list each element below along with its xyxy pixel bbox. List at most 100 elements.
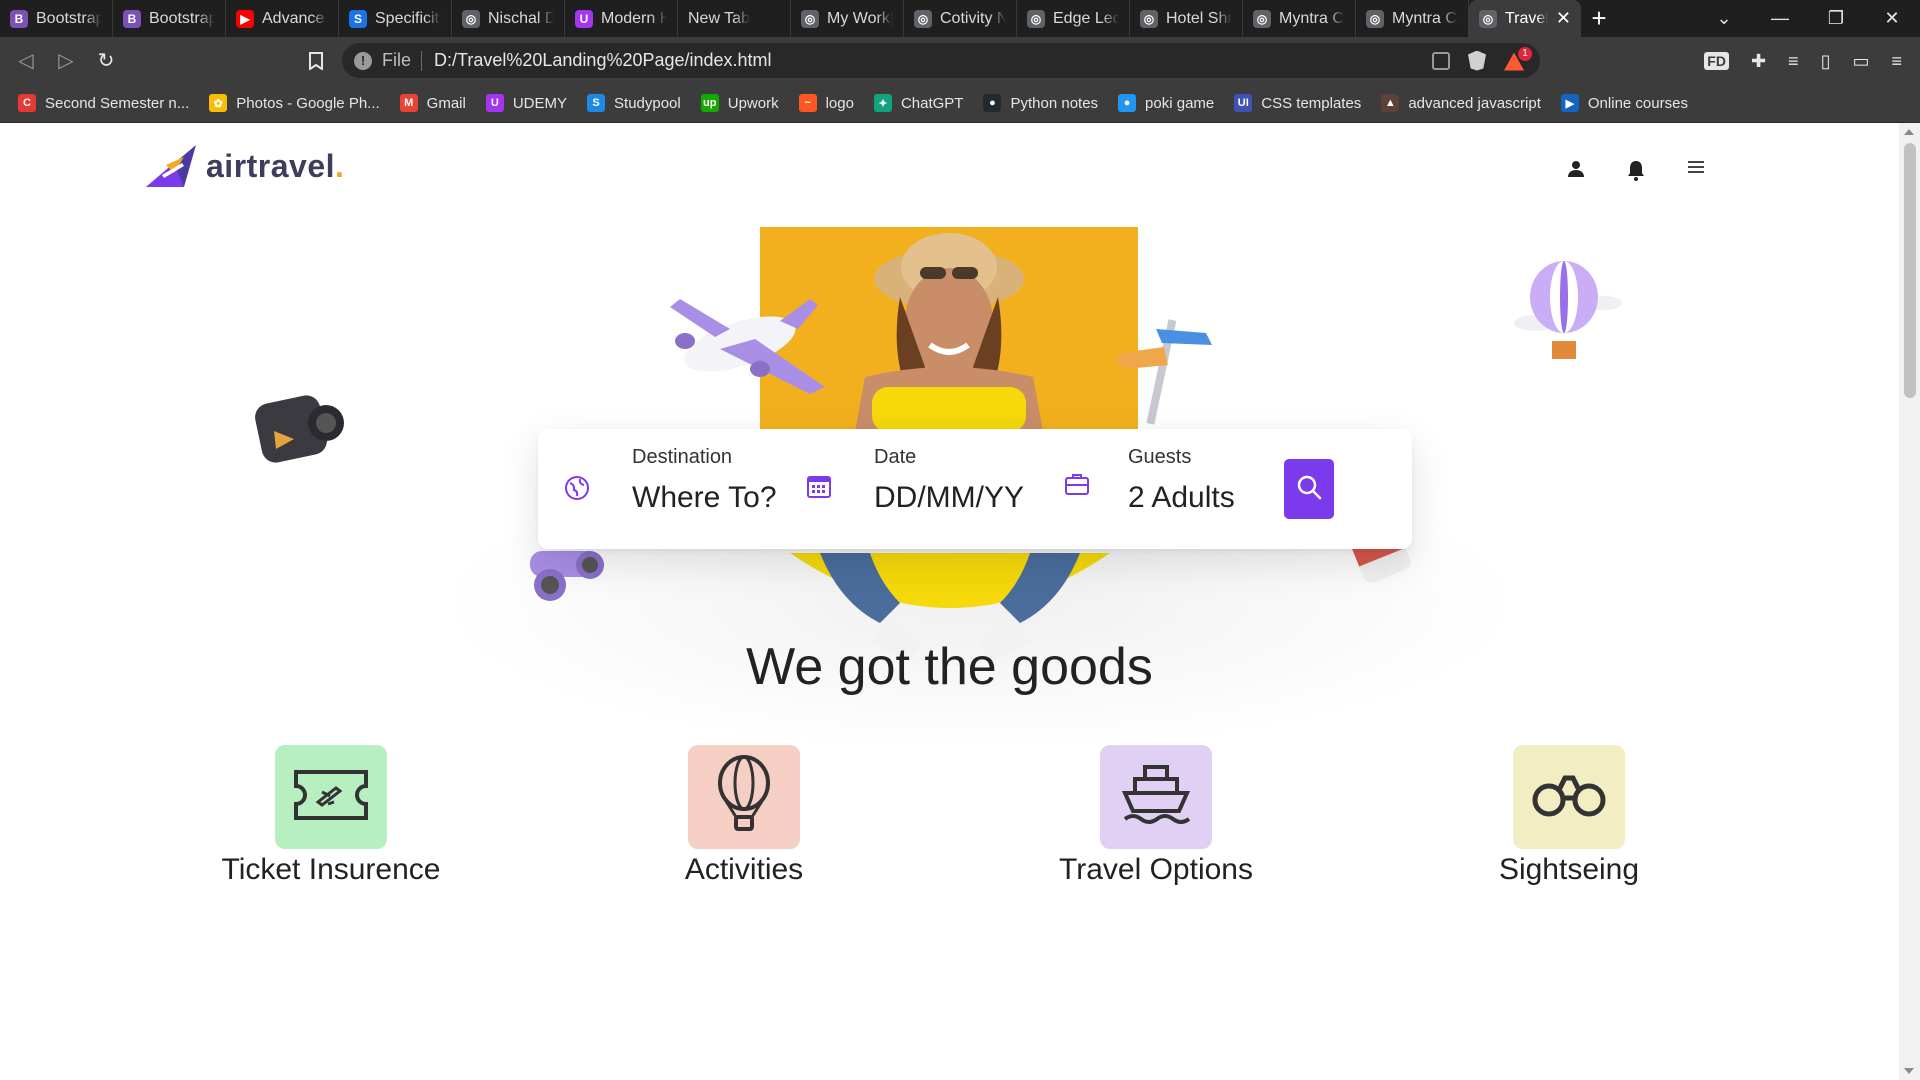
scroll-up-arrow[interactable] (1904, 129, 1914, 135)
destination-field[interactable]: Destination Where To? (558, 429, 778, 549)
user-icon[interactable] (1566, 159, 1586, 179)
scheme-label: File (382, 50, 412, 70)
url-text[interactable]: D:/Travel%20Landing%20Page/index.html (434, 50, 772, 71)
restore-button[interactable]: ❐ (1808, 8, 1864, 29)
chevron-down-icon[interactable]: ⌄ (1696, 8, 1752, 29)
bookmark-label: advanced javascript (1408, 94, 1541, 112)
bookmark-item[interactable]: M Gmail (399, 94, 466, 112)
tab[interactable]: ◎ Hotel Shra (1130, 0, 1243, 37)
hamburger-menu-icon[interactable] (1686, 159, 1706, 179)
tab[interactable]: B Bootstrap (113, 0, 226, 37)
tab[interactable]: ▶ Advance C (226, 0, 339, 37)
feature-card-travel-options[interactable] (1100, 745, 1212, 849)
tab[interactable]: ◎ Cotivity N (904, 0, 1017, 37)
bookmark-item[interactable]: C Second Semester n... (18, 94, 189, 112)
briefcase-icon (1064, 471, 1090, 497)
bootstrap-icon: B (10, 9, 28, 28)
playlist-icon[interactable]: ≡ (1788, 51, 1799, 72)
close-window-button[interactable]: ✕ (1864, 8, 1920, 29)
brave-shield-icon[interactable] (1468, 50, 1486, 71)
site-logo[interactable]: airtravel. (144, 143, 344, 189)
scroll-down-arrow[interactable] (1904, 1068, 1914, 1074)
bookmark-label: UDEMY (512, 94, 568, 112)
puzzle-icon[interactable]: ✚ (1751, 51, 1766, 72)
header-actions (1566, 159, 1706, 181)
tab-label: Edge Ledg (1053, 9, 1119, 27)
back-button[interactable]: ◁ (6, 41, 46, 81)
tab[interactable]: ◎ My Work| (791, 0, 904, 37)
guests-input[interactable]: 2 Adults (1128, 481, 1235, 515)
feature-card-ticket-insurance[interactable] (275, 745, 387, 849)
bookmark-item[interactable]: UI CSS templates (1234, 94, 1361, 112)
forward-button[interactable]: ▷ (46, 41, 86, 81)
feature-card-sightseeing[interactable] (1513, 745, 1625, 849)
bell-icon[interactable] (1626, 159, 1646, 181)
minimize-button[interactable]: — (1752, 8, 1808, 29)
tab-active[interactable]: ◎ Travel ✕ (1469, 0, 1581, 37)
bookmark-item[interactable]: ▶ Online courses (1560, 94, 1688, 112)
globe-icon: ◎ (1140, 9, 1158, 28)
tab[interactable]: ◎ Myntra Cl (1243, 0, 1356, 37)
bookmark-item[interactable]: ● Python notes (983, 94, 1098, 112)
bookmark-item[interactable]: up Upwork (700, 94, 779, 112)
tab-label: Specificity (375, 9, 441, 27)
tab[interactable]: S Specificity (339, 0, 452, 37)
extensions-area: FD ✚ ≡ ▯ ▭ ≡ (1704, 41, 1920, 81)
destination-label: Destination (632, 446, 733, 468)
bookmark-label: Online courses (1587, 94, 1688, 112)
bookmark-item[interactable]: ~ logo (798, 94, 854, 112)
fd-extension-icon[interactable]: FD (1704, 52, 1729, 70)
bookmark-favicon-icon: U (485, 94, 504, 112)
guests-label: Guests (1128, 446, 1192, 468)
scrollbar-thumb[interactable] (1904, 143, 1916, 398)
menu-icon[interactable]: ≡ (1891, 51, 1902, 72)
bookmark-item[interactable]: ● poki game (1118, 94, 1214, 112)
calendar-icon (806, 473, 832, 499)
tab[interactable]: B Bootstrap (0, 0, 113, 37)
search-button[interactable] (1284, 459, 1334, 519)
search-card: Destination Where To? Date DD/MM/YY Gues… (538, 429, 1412, 549)
feature-label: Activities (684, 853, 804, 886)
bookmark-item[interactable]: ▲ advanced javascript (1381, 94, 1541, 112)
page-scrollbar[interactable] (1899, 123, 1920, 1080)
sidebar-icon[interactable]: ▯ (1821, 51, 1831, 72)
new-tab-button[interactable]: + (1581, 0, 1617, 37)
destination-input[interactable]: Where To? (632, 481, 777, 515)
bookmark-item[interactable]: ✦ ChatGPT (873, 94, 963, 112)
feature-card-activities[interactable] (688, 745, 800, 849)
date-input[interactable]: DD/MM/YY (874, 481, 1024, 515)
tab[interactable]: New Tab (678, 0, 791, 37)
tab[interactable]: U Modern H (565, 0, 678, 37)
tab-label: Advance C (262, 9, 328, 27)
globe-icon: ◎ (1366, 9, 1384, 28)
globe-icon: ◎ (1027, 9, 1045, 28)
bookmark-label: Studypool (614, 94, 681, 112)
tab[interactable]: ◎ Myntra Cl (1356, 0, 1469, 37)
wallet-icon[interactable]: ▭ (1852, 51, 1869, 72)
info-icon[interactable]: ! (354, 51, 372, 70)
globe-icon: ◎ (1253, 9, 1271, 28)
bookmark-icon[interactable] (298, 41, 334, 81)
tab[interactable]: ◎ Edge Ledg (1017, 0, 1130, 37)
date-field[interactable]: Date DD/MM/YY (800, 429, 1040, 549)
bookmark-favicon-icon: M (399, 94, 418, 112)
tab[interactable]: ◎ Nischal Dh (452, 0, 565, 37)
ticket-icon (292, 768, 370, 827)
reload-button[interactable]: ↻ (86, 41, 126, 81)
bookmark-favicon-icon: ● (983, 94, 1002, 112)
bookmark-favicon-icon: ▶ (1560, 94, 1579, 112)
bookmark-favicon-icon: up (700, 94, 719, 112)
bookmark-item[interactable]: U UDEMY (485, 94, 568, 112)
address-bar[interactable]: ! File D:/Travel%20Landing%20Page/index.… (342, 43, 1540, 78)
bookmark-item[interactable]: ✿ Photos - Google Ph... (209, 94, 380, 112)
guests-field[interactable]: Guests 2 Adults (1058, 429, 1268, 549)
brave-rewards-icon[interactable] (1504, 46, 1532, 71)
bookmark-item[interactable]: S Studypool (587, 94, 681, 112)
camera-icon (254, 387, 346, 467)
bookmark-label: Second Semester n... (45, 94, 190, 112)
tab-label: Modern H (601, 9, 667, 27)
close-icon[interactable]: ✕ (1556, 8, 1571, 29)
bookmark-favicon-icon: C (18, 94, 36, 112)
share-icon[interactable] (1432, 51, 1450, 70)
globe-icon: ◎ (462, 9, 480, 28)
